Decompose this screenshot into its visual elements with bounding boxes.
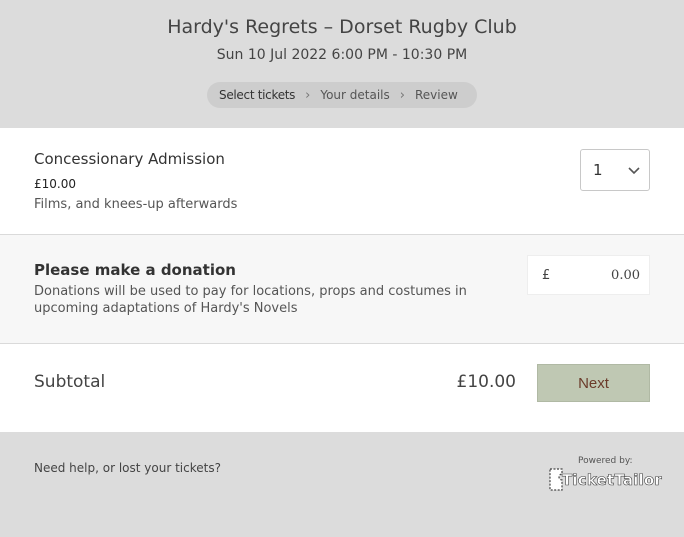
event-date: Sun 10 Jul 2022 6:00 PM - 10:30 PM [216, 47, 468, 63]
chevron-down-icon [628, 167, 640, 175]
donation-title: Please make a donation [34, 261, 236, 279]
ticket-row: Concessionary Admission £10.00 Films, an… [0, 128, 684, 235]
ticket-description: Films, and knees-up afterwards [34, 197, 238, 212]
donation-description: Donations will be used to pay for locati… [34, 284, 467, 316]
currency-symbol: £ [542, 268, 551, 283]
subtotal-row: Subtotal £10.00 Next [0, 344, 684, 432]
chevron-right-icon: › [305, 87, 311, 103]
ticket-quantity-value: 1 [593, 161, 603, 179]
donation-amount-field[interactable]: £ [527, 255, 650, 295]
step-select-tickets: Select tickets [219, 88, 296, 102]
help-link[interactable]: Need help, or lost your tickets? [34, 461, 221, 475]
powered-by-badge[interactable]: Powered by: TicketTailor [548, 456, 662, 496]
powered-by-label: Powered by: [578, 456, 633, 466]
donation-amount-input[interactable] [558, 262, 640, 288]
event-header: Hardy's Regrets – Dorset Rugby Club Sun … [0, 0, 684, 128]
checkout-steps-breadcrumb: Select tickets › Your details › Review [207, 82, 477, 108]
donation-row: Please make a donation Donations will be… [0, 235, 684, 344]
ticket-name: Concessionary Admission [34, 150, 225, 168]
chevron-right-icon: › [399, 87, 405, 103]
footer: Need help, or lost your tickets? Powered… [0, 432, 684, 537]
step-review: Review [414, 88, 458, 102]
ticket-tailor-logo-text: TicketTailor [562, 471, 662, 490]
event-title: Hardy's Regrets – Dorset Rugby Club [167, 16, 517, 38]
ticket-quantity-select[interactable]: 1 [580, 149, 650, 191]
subtotal-amount: £10.00 [456, 372, 516, 392]
step-your-details: Your details [320, 88, 390, 102]
next-button[interactable]: Next [537, 364, 650, 402]
ticket-price: £10.00 [34, 177, 76, 191]
subtotal-label: Subtotal [34, 372, 106, 392]
